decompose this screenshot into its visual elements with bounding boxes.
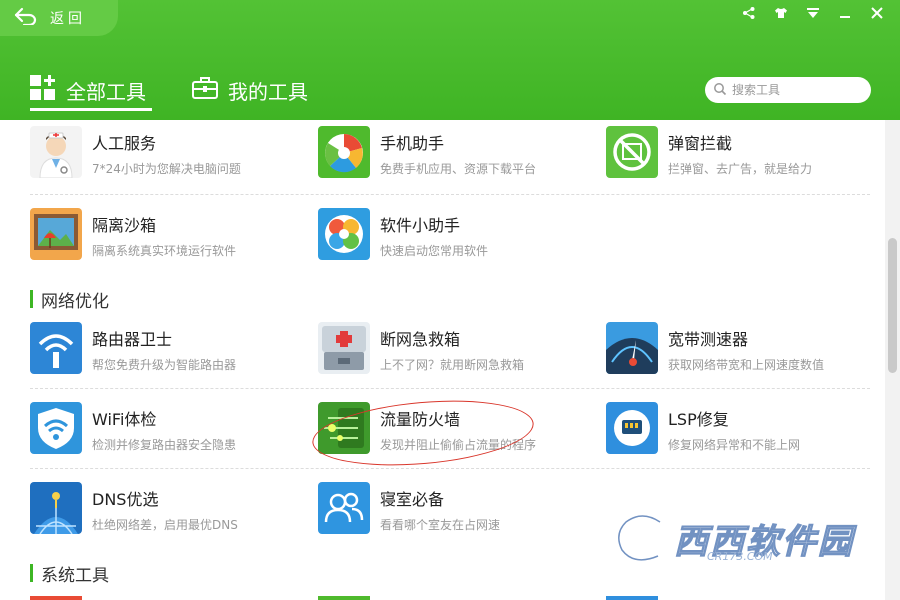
tool-name: LSP修复 (668, 410, 729, 429)
traffic-firewall-icon (318, 402, 370, 454)
tool-name: 弹窗拦截 (668, 134, 733, 153)
tool-dns-optimize[interactable]: DNS优选 杜绝网络差，启用最优DNS (30, 482, 310, 542)
back-label: 返回 (50, 11, 86, 27)
tool-speed-test[interactable]: 宽带测速器 获取网络带宽和上网速度数值 (606, 322, 885, 382)
menu-icon[interactable] (800, 2, 826, 24)
tool-name: 手机助手 (380, 134, 445, 153)
tool-software-helper[interactable]: 软件小助手 快速启动您常用软件 (318, 208, 598, 268)
tab-all-tools[interactable]: 全部工具 (30, 72, 146, 108)
tool-desc: 看看哪个室友在占网速 (380, 518, 501, 532)
scrollbar-thumb[interactable] (888, 238, 897, 373)
tool-name: 宽带测速器 (668, 330, 749, 349)
section-marker (30, 290, 33, 308)
tool-wifi-check[interactable]: WiFi体检 检测并修复路由器安全隐患 (30, 402, 310, 462)
back-button[interactable]: 返回 (0, 0, 118, 36)
partial-tool-icon (318, 596, 370, 600)
sandbox-icon (30, 208, 82, 260)
dns-globe-icon (30, 482, 82, 534)
tool-desc: 杜绝网络差，启用最优DNS (92, 518, 238, 532)
shirt-skin-icon[interactable] (768, 2, 794, 24)
tool-name: DNS优选 (92, 490, 159, 509)
section-title: 网络优化 (41, 291, 109, 312)
lsp-repair-icon (606, 402, 658, 454)
back-arrow-icon (14, 7, 38, 29)
dorm-users-icon (318, 482, 370, 534)
scrollbar-track[interactable] (885, 120, 900, 600)
tab-my-tools[interactable]: 我的工具 (192, 72, 308, 108)
active-tab-indicator (30, 108, 152, 111)
share-icon[interactable] (736, 2, 762, 24)
watermark-c-icon (614, 511, 665, 565)
tool-desc: 上不了网？就用断网急救箱 (380, 358, 525, 372)
speedometer-icon (606, 322, 658, 374)
doctor-icon (30, 126, 82, 178)
software-helper-icon (318, 208, 370, 260)
tool-name: 隔离沙箱 (92, 216, 157, 235)
close-icon[interactable] (864, 2, 890, 24)
watermark-subtext: CR173.COM (707, 550, 773, 563)
section-title: 系统工具 (41, 565, 109, 586)
tool-desc: 发现并阻止偷偷占流量的程序 (380, 438, 537, 452)
window-controls (736, 2, 890, 24)
tab-my-tools-label: 我的工具 (228, 79, 308, 104)
tool-name: 路由器卫士 (92, 330, 173, 349)
tool-name: 软件小助手 (380, 216, 461, 235)
tool-desc: 隔离系统真实环境运行软件 (92, 244, 237, 258)
tool-name: 断网急救箱 (380, 330, 461, 349)
tool-desc: 免费手机应用、资源下载平台 (380, 162, 537, 176)
row-divider (30, 194, 870, 195)
tool-phone-assistant[interactable]: 手机助手 免费手机应用、资源下载平台 (318, 126, 598, 186)
partial-tool-icon (30, 596, 82, 600)
minimize-icon[interactable] (832, 2, 858, 24)
toolbox-icon (192, 75, 218, 105)
first-aid-box-icon (318, 322, 370, 374)
row-divider (30, 388, 870, 389)
header-bar: 返回 全部工具 我的工具 (0, 0, 900, 120)
wifi-shield-icon (30, 402, 82, 454)
tool-desc: 拦弹窗、去广告，就是给力 (668, 162, 813, 176)
router-guard-icon (30, 322, 82, 374)
tool-desc: 7*24小时为您解决电脑问题 (92, 162, 241, 176)
tool-name: 流量防火墙 (380, 410, 461, 429)
tool-name: 寝室必备 (380, 490, 445, 509)
tool-name: 人工服务 (92, 134, 157, 153)
tool-desc: 帮您免费升级为智能路由器 (92, 358, 237, 372)
tool-manual-service[interactable]: 人工服务 7*24小时为您解决电脑问题 (30, 126, 310, 186)
tool-popup-block[interactable]: 弹窗拦截 拦弹窗、去广告，就是给力 (606, 126, 885, 186)
popup-block-icon (606, 126, 658, 178)
section-marker (30, 564, 33, 582)
partial-tool-icon (606, 596, 658, 600)
tool-sandbox[interactable]: 隔离沙箱 隔离系统真实环境运行软件 (30, 208, 310, 268)
tool-desc: 检测并修复路由器安全隐患 (92, 438, 237, 452)
search-icon (713, 81, 727, 100)
tool-desc: 修复网络异常和不能上网 (668, 438, 801, 452)
tool-lsp-repair[interactable]: LSP修复 修复网络异常和不能上网 (606, 402, 885, 462)
search-box[interactable] (705, 77, 871, 103)
grid-plus-icon (30, 75, 56, 105)
tool-router-guard[interactable]: 路由器卫士 帮您免费升级为智能路由器 (30, 322, 310, 382)
tool-traffic-firewall[interactable]: 流量防火墙 发现并阻止偷偷占流量的程序 (318, 402, 598, 462)
tool-dorm-essential[interactable]: 寝室必备 看看哪个室友在占网速 (318, 482, 598, 542)
phone-assistant-icon (318, 126, 370, 178)
tool-name: WiFi体检 (92, 410, 157, 429)
tool-first-aid-box[interactable]: 断网急救箱 上不了网？就用断网急救箱 (318, 322, 598, 382)
tab-all-tools-label: 全部工具 (66, 79, 146, 104)
section-network-header: 网络优化 (30, 288, 109, 312)
search-input[interactable] (732, 83, 862, 97)
tool-desc: 获取网络带宽和上网速度数值 (668, 358, 825, 372)
row-divider (30, 468, 870, 469)
watermark-logo: 西西软件园 CR173.COM (612, 510, 882, 570)
tool-desc: 快速启动您常用软件 (380, 244, 489, 258)
section-system-header: 系统工具 (30, 562, 109, 586)
